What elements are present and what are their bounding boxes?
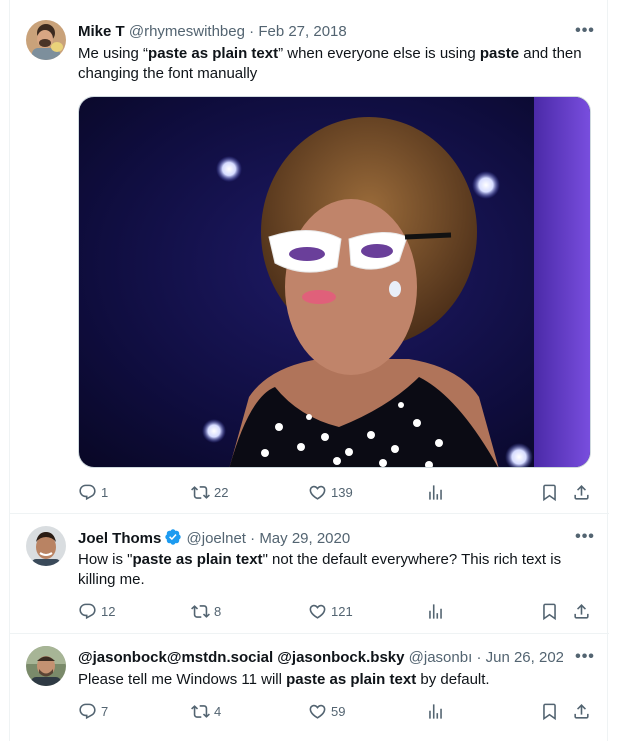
repost-icon <box>191 702 210 721</box>
tweet-date[interactable]: May 29, 2020 <box>259 530 350 547</box>
bookmark-icon <box>540 602 559 621</box>
text-bold-segment: paste as plain text <box>148 45 279 62</box>
tweet-actions: 7 4 59 <box>78 701 593 721</box>
reply-icon <box>78 483 97 502</box>
bookmark-button[interactable] <box>540 482 559 502</box>
tweet-header: Mike T @rhymeswithbeg · Feb 27, 2018 <box>78 22 578 42</box>
text-segment: ” when everyone else is using <box>278 45 480 62</box>
tweet-3[interactable]: @jasonbock@mstdn.social @jasonbock.bsky … <box>10 634 609 741</box>
repost-count: 8 <box>214 603 222 619</box>
repost-count: 22 <box>214 484 229 500</box>
text-bold-segment: paste <box>479 45 520 62</box>
tweet-text: How is "paste as plain text" not the def… <box>78 550 583 590</box>
like-icon <box>308 702 327 721</box>
share-button[interactable] <box>572 601 591 621</box>
more-options-button[interactable]: ••• <box>575 649 595 670</box>
avatar-joel-thoms[interactable] <box>26 526 66 566</box>
repost-icon <box>191 483 210 502</box>
more-options-button[interactable]: ••• <box>575 23 595 44</box>
tweet-1[interactable]: Mike T @rhymeswithbeg · Feb 27, 2018 •••… <box>10 0 609 514</box>
tweet-header: Joel Thoms @joelnet · May 29, 2020 <box>78 528 578 548</box>
separator-dot: · <box>250 530 256 547</box>
tweet-actions: 1 22 139 <box>78 482 593 502</box>
tweet-2[interactable]: Joel Thoms @joelnet · May 29, 2020 ••• H… <box>10 514 609 634</box>
tweet-text: Me using “paste as plain text” when ever… <box>78 44 583 84</box>
bookmark-button[interactable] <box>540 701 559 721</box>
separator-dot: · <box>476 649 482 666</box>
author-name[interactable]: Joel Thoms <box>78 530 161 547</box>
text-bold-segment: paste as plain text <box>132 551 263 568</box>
reply-button[interactable]: 12 <box>78 601 115 621</box>
text-segment: by default. <box>416 671 490 688</box>
separator-dot: · <box>249 23 255 40</box>
tweet-text: Please tell me Windows 11 will paste as … <box>78 670 583 690</box>
share-icon <box>572 702 591 721</box>
author-name[interactable]: @jasonbock@mstdn.social @jasonbock.bsky <box>78 649 404 666</box>
views-button[interactable] <box>426 601 445 621</box>
tweet-header: @jasonbock@mstdn.social @jasonbock.bsky … <box>78 648 563 668</box>
like-button[interactable]: 59 <box>308 701 345 721</box>
text-segment: How is " <box>78 551 133 568</box>
reply-button[interactable]: 7 <box>78 701 108 721</box>
reply-icon <box>78 702 97 721</box>
author-handle[interactable]: @rhymeswithbeg <box>129 23 245 40</box>
author-name[interactable]: Mike T <box>78 23 125 40</box>
like-count: 121 <box>331 603 353 619</box>
like-count: 139 <box>331 484 353 500</box>
author-handle[interactable]: @joelnet <box>187 530 246 547</box>
share-button[interactable] <box>572 482 591 502</box>
like-button[interactable]: 139 <box>308 482 353 502</box>
share-icon <box>572 483 591 502</box>
share-button[interactable] <box>572 701 591 721</box>
author-handle[interactable]: @jasonbı <box>409 649 473 666</box>
reply-button[interactable]: 1 <box>78 482 108 502</box>
bookmark-icon <box>540 702 559 721</box>
avatar-mike-t[interactable] <box>26 20 66 60</box>
repost-count: 4 <box>214 703 222 719</box>
tweet-media-image[interactable] <box>78 96 591 468</box>
tweet-date[interactable]: Feb 27, 2018 <box>258 23 346 40</box>
tweet-date[interactable]: Jun 26, 2021 <box>486 649 563 666</box>
repost-button[interactable]: 4 <box>191 701 221 721</box>
repost-button[interactable]: 8 <box>191 601 221 621</box>
repost-button[interactable]: 22 <box>191 482 228 502</box>
like-icon <box>308 483 327 502</box>
bookmark-icon <box>540 483 559 502</box>
share-icon <box>572 602 591 621</box>
views-icon <box>426 483 445 502</box>
reply-count: 12 <box>101 603 116 619</box>
views-icon <box>426 702 445 721</box>
like-count: 59 <box>331 703 346 719</box>
bookmark-button[interactable] <box>540 601 559 621</box>
timeline: Mike T @rhymeswithbeg · Feb 27, 2018 •••… <box>9 0 609 741</box>
reply-count: 1 <box>101 484 109 500</box>
avatar-jasonbock[interactable] <box>26 646 66 686</box>
text-segment: Me using “ <box>78 45 149 62</box>
views-button[interactable] <box>426 701 445 721</box>
tweet-actions: 12 8 121 <box>78 601 593 621</box>
reply-count: 7 <box>101 703 109 719</box>
text-bold-segment: paste as plain text <box>286 671 417 688</box>
views-button[interactable] <box>426 482 445 502</box>
like-button[interactable]: 121 <box>308 601 353 621</box>
verified-badge-icon[interactable] <box>164 528 182 546</box>
text-segment: Please tell me Windows 11 will <box>78 671 287 688</box>
more-options-button[interactable]: ••• <box>575 529 595 550</box>
views-icon <box>426 602 445 621</box>
reply-icon <box>78 602 97 621</box>
like-icon <box>308 602 327 621</box>
repost-icon <box>191 602 210 621</box>
